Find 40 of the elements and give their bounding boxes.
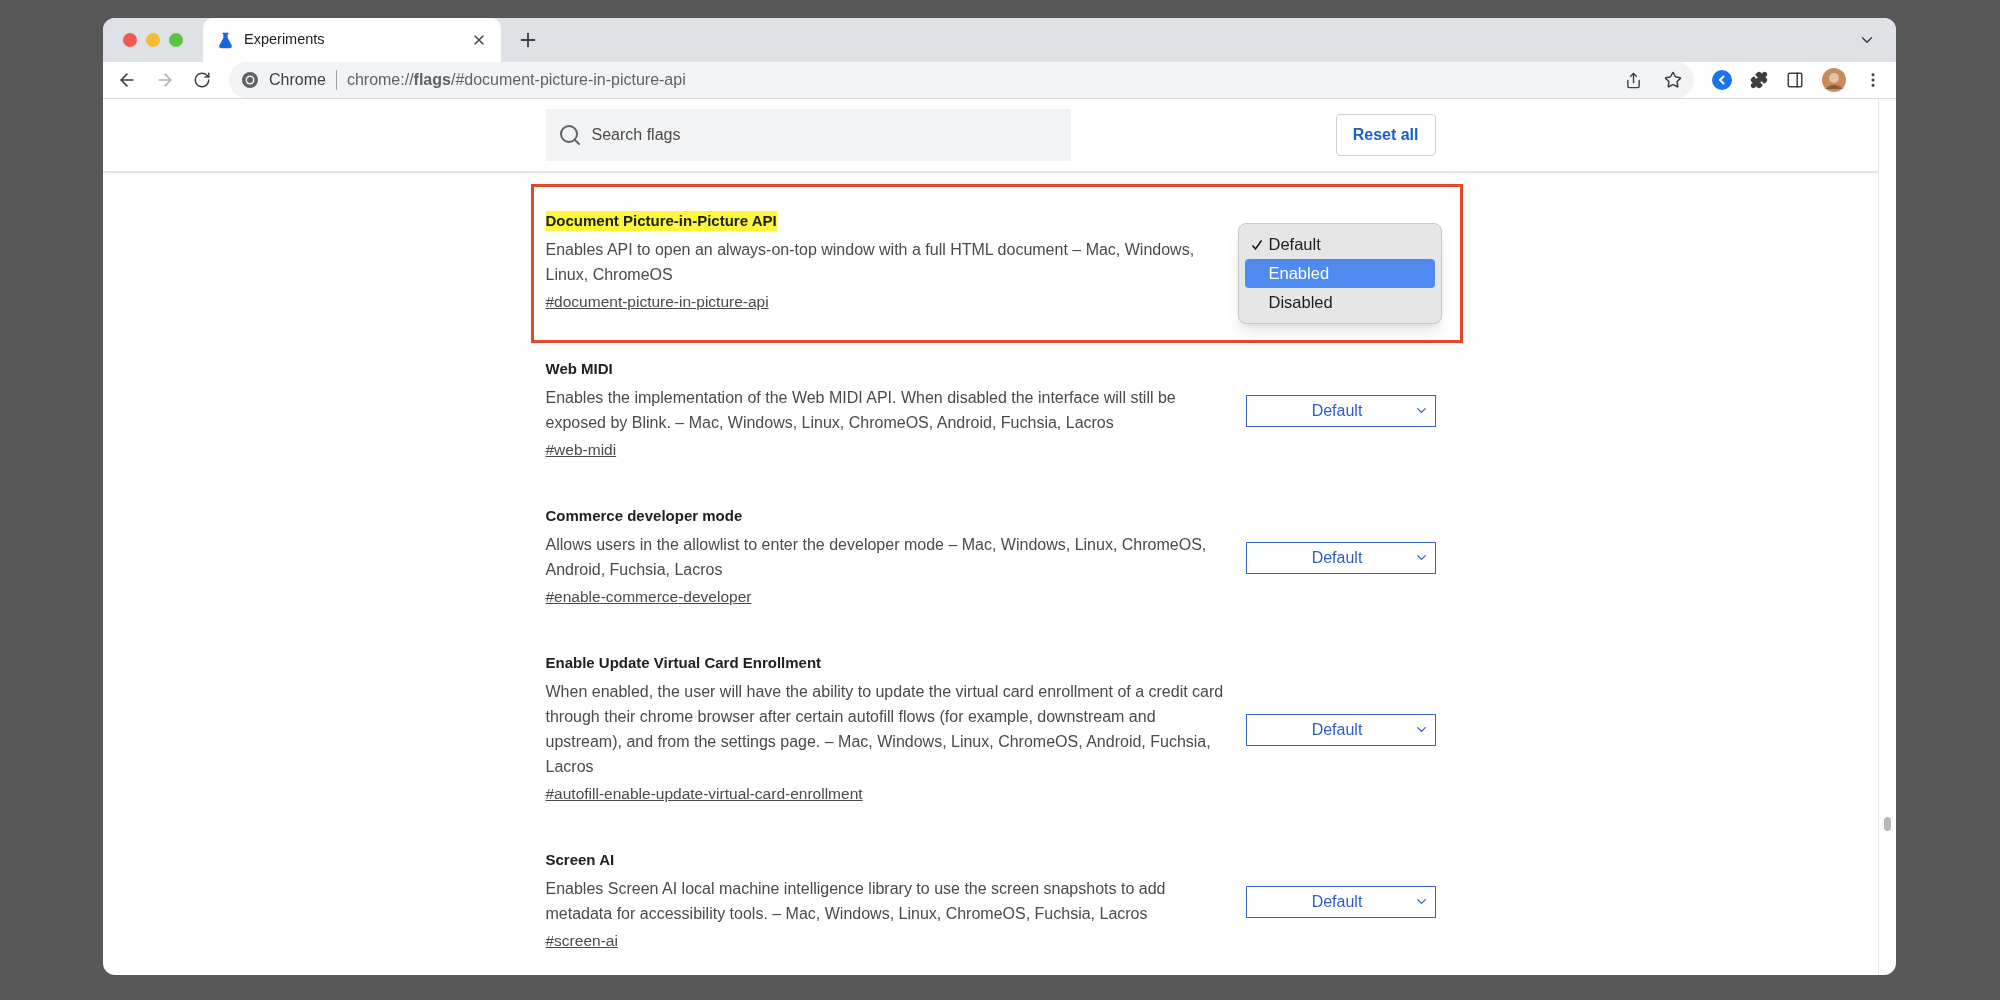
flag-description: Allows users in the allowlist to enter the developer mode – Mac, Windows, Linux, ChromeOS, Android, Fuchsia, Lacros xyxy=(545,535,1208,580)
flag-title: Enable Update Virtual Card Enrollment xyxy=(545,653,822,673)
flag-select[interactable]: Default xyxy=(1245,885,1436,918)
share-icon[interactable] xyxy=(1625,71,1642,89)
side-panel-icon[interactable] xyxy=(1786,71,1804,89)
flag-description: When enabled, the user will have the ability to update the virtual card enrollment of a credit card through their chrome browser after certain autofill flows (for example, downstream and upstream), and from the settings page. – Mac, Windows, Linux, ChromeOS, Android, Fuchsia, Lacros xyxy=(545,682,1225,777)
browser-logo-icon xyxy=(241,71,259,89)
browser-tab[interactable]: Experiments xyxy=(203,18,501,62)
menu-item[interactable]: Default xyxy=(1244,230,1435,259)
search-icon xyxy=(557,123,582,147)
scrollbar-thumb[interactable] xyxy=(1884,817,1891,831)
flag-description: Enables the implementation of the Web MIDI API. When disabled the interface will still be exposed by Blink. – Mac, Windows, Linux, ChromeOS, Android, Fuchsia, Lacros xyxy=(545,388,1177,433)
bookmark-star-icon[interactable] xyxy=(1664,71,1682,89)
menu-item[interactable]: Disabled xyxy=(1244,288,1435,317)
flag-description: Enables Screen AI local machine intelligence library to use the screen snapshots to add metadata for accessibility tools. – Mac, Windows, Linux, ChromeOS, Fuchsia, Lacros xyxy=(545,879,1167,924)
close-window-icon[interactable] xyxy=(123,33,137,47)
flag-title: Document Picture-in-Picture API xyxy=(545,211,777,231)
flag-select[interactable]: Default xyxy=(1245,713,1436,746)
flag-link[interactable]: #web-midi xyxy=(545,437,617,462)
reset-all-button[interactable]: Reset all xyxy=(1335,114,1436,156)
search-field[interactable]: Search flags xyxy=(545,109,1071,161)
flask-icon xyxy=(217,31,234,49)
flag-title: Web MIDI xyxy=(545,359,613,379)
extension-icon[interactable] xyxy=(1712,70,1732,90)
avatar-icon[interactable] xyxy=(1822,68,1846,92)
reload-icon[interactable] xyxy=(193,71,211,89)
flag-link[interactable]: #screen-ai xyxy=(545,928,618,953)
flag-description: Enables API to open an always-on-top window with a full HTML document – Mac, Windows, Linux, ChromeOS xyxy=(545,240,1196,285)
flag-link[interactable]: #enable-commerce-developer xyxy=(545,584,752,609)
url-text: chrome://flags/#document-picture-in-picture-api xyxy=(346,70,687,90)
flag-select[interactable]: Default xyxy=(1245,394,1436,427)
flag-link[interactable]: #document-picture-in-picture-api xyxy=(545,289,769,314)
flag-link[interactable]: #autofill-enable-update-virtual-card-enrollment xyxy=(545,781,863,806)
puzzle-icon[interactable] xyxy=(1750,71,1768,89)
address-bar[interactable]: Chrome chrome://flags/#document-picture-in-picture-api xyxy=(229,62,1694,98)
flag-title: Commerce developer mode xyxy=(545,506,743,526)
checkmark-icon xyxy=(1250,238,1263,251)
flag-title: Screen AI xyxy=(545,850,615,870)
flag-select[interactable]: Default xyxy=(1245,541,1436,574)
site-label: Chrome xyxy=(269,70,326,90)
